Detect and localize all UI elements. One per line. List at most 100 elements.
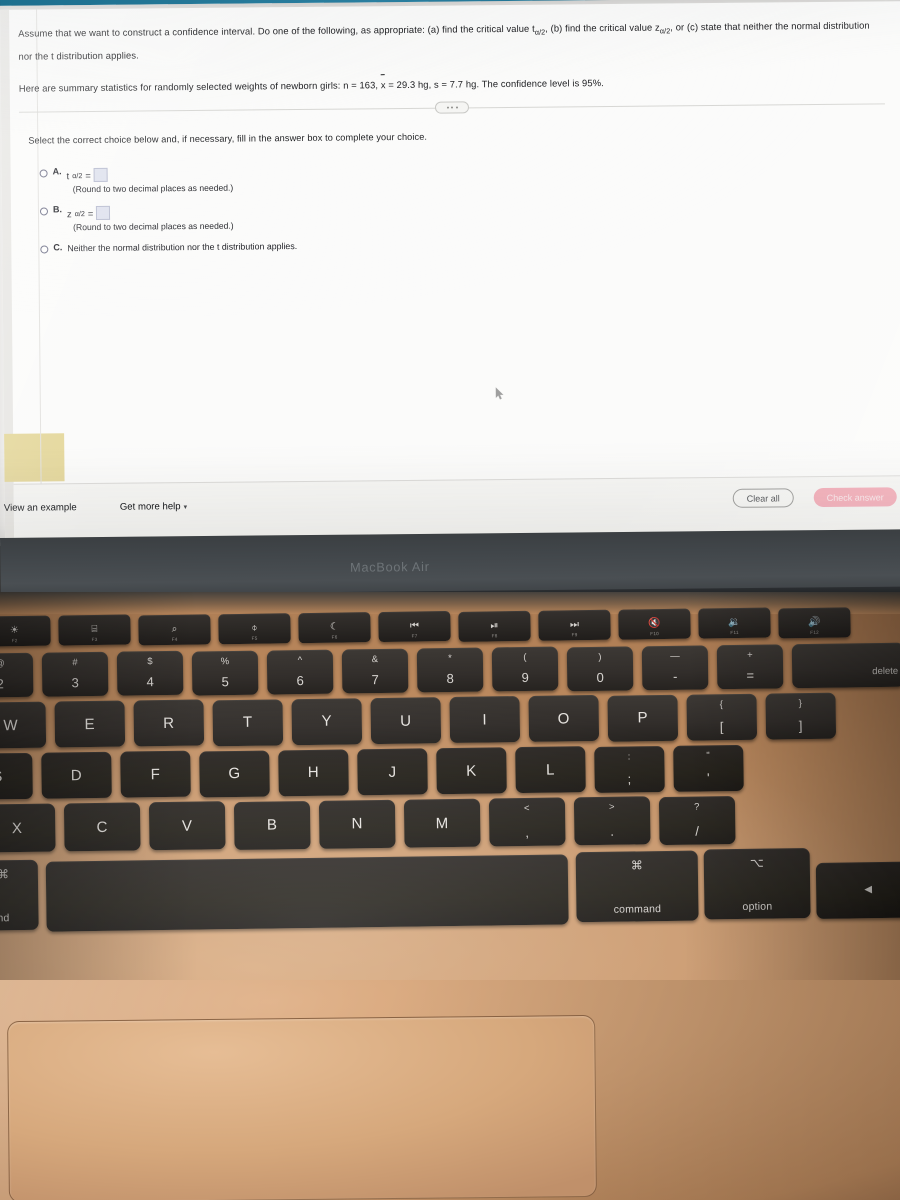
key-s[interactable]: S	[0, 752, 33, 800]
brightness-down-key[interactable]: ☀ F2	[0, 615, 51, 647]
key-0-shift-label: )	[598, 651, 602, 663]
key-semicolon[interactable]: :;	[594, 745, 665, 793]
choice-c-letter: C.	[53, 242, 63, 253]
radio-button-a[interactable]	[39, 169, 48, 178]
key-c[interactable]: C	[63, 802, 141, 852]
radio-button-b[interactable]	[39, 207, 49, 216]
key-t[interactable]: T	[212, 698, 284, 746]
dot-icon	[455, 106, 458, 109]
key-p[interactable]: P	[607, 694, 679, 742]
key-right-command[interactable]: ⌘ command	[575, 850, 699, 923]
choice-a[interactable]: A. t α/2 = (Round to two decimal places a…	[39, 161, 540, 195]
keyboard[interactable]: ☀ F2 ⌸ F3 ⌕ F4 ⌽ F5 ☾ F6 ⏮ F7 ⏯ F8 ⏭ F9 🔇 F10 🔉 F11 🔊 F12 @2 #3…	[0, 586, 900, 989]
key-5[interactable]: % 5	[191, 650, 259, 696]
fn-label: F7	[411, 633, 418, 639]
volume-up-icon: 🔊	[808, 616, 821, 628]
lcd-panel: Assume that we want to construct a confi…	[0, 0, 900, 546]
key-u[interactable]: U	[370, 697, 442, 745]
choice-c[interactable]: C. Neither the normal distribution nor t…	[40, 237, 540, 260]
key-n[interactable]: N	[318, 799, 396, 849]
key-8-label: 8	[446, 671, 454, 687]
problem-line2-a: Here are summary statistics for randomly…	[18, 79, 381, 94]
key-comma[interactable]: <,	[488, 797, 566, 847]
key-e[interactable]: E	[54, 700, 126, 748]
key-y[interactable]: Y	[291, 698, 363, 746]
radio-button-c[interactable]	[40, 245, 49, 254]
next-track-icon: ⏭	[569, 618, 580, 631]
key-0[interactable]: ) 0	[566, 646, 634, 691]
key-d[interactable]: D	[41, 751, 112, 799]
fn-label: F3	[91, 637, 98, 643]
key-3[interactable]: #3	[41, 651, 109, 697]
mute-icon: 🔇	[648, 618, 661, 630]
answer-input-b[interactable]	[96, 205, 111, 220]
dot-icon	[446, 106, 449, 109]
check-answer-button[interactable]: Check answer	[813, 487, 897, 508]
key-7-label: 7	[371, 672, 379, 688]
key-h[interactable]: H	[278, 749, 349, 797]
key-right-bracket[interactable]: }]	[765, 692, 837, 740]
key-6-shift-label: ^	[297, 654, 303, 666]
key-r[interactable]: R	[133, 699, 205, 747]
mission-control-key[interactable]: ⌸ F3	[58, 614, 131, 646]
dictation-key[interactable]: ⌽ F5	[218, 612, 291, 645]
arrow-left-icon: ◀	[864, 884, 873, 896]
spotlight-icon: ⌕	[171, 623, 178, 635]
key-m[interactable]: M	[403, 798, 481, 848]
key-option[interactable]: ⌥ option	[703, 848, 811, 920]
key-delete[interactable]: delete	[791, 643, 900, 689]
key-slash-label: /	[695, 823, 700, 839]
key-equals[interactable]: + =	[716, 644, 784, 690]
get-more-help-link[interactable]: Get more help ▾	[120, 501, 187, 513]
key-minus[interactable]: — -	[641, 645, 709, 691]
key-f[interactable]: F	[120, 751, 191, 799]
previous-track-key[interactable]: ⏮ F7	[378, 611, 451, 643]
key-arrow-left[interactable]: ◀	[815, 861, 900, 919]
key-i[interactable]: I	[449, 696, 521, 744]
key-left-command[interactable]: ⌘ nd	[0, 859, 39, 931]
key-9[interactable]: (9	[491, 646, 559, 692]
choice-a-letter: A.	[52, 166, 62, 177]
key-4[interactable]: $4	[116, 651, 184, 697]
key-right-command-label: command	[613, 903, 662, 916]
mute-key[interactable]: 🔇 F10	[618, 608, 691, 640]
key-quote[interactable]: " '	[673, 744, 744, 792]
key-x[interactable]: X	[0, 803, 56, 853]
key-left-bracket[interactable]: {[	[686, 693, 758, 741]
key-b[interactable]: B	[233, 800, 311, 850]
volume-up-key[interactable]: 🔊 F12	[778, 606, 851, 638]
key-g[interactable]: G	[199, 750, 270, 798]
key-8[interactable]: * 8	[416, 647, 484, 693]
laptop-screen: Assume that we want to construct a confi…	[0, 0, 900, 600]
instruction-text: Select the correct choice below and, if …	[28, 131, 428, 146]
spotlight-key[interactable]: ⌕ F4	[138, 613, 211, 645]
next-track-key[interactable]: ⏭ F9	[538, 609, 611, 641]
key-space[interactable]	[45, 854, 569, 932]
key-w[interactable]: W	[0, 701, 47, 749]
choice-a-symbol: t	[66, 169, 70, 181]
key-6[interactable]: ^ 6	[266, 649, 334, 695]
trackpad[interactable]	[7, 1014, 597, 1200]
section-divider	[19, 97, 885, 117]
key-2[interactable]: @2	[0, 652, 34, 698]
key-period[interactable]: >.	[573, 796, 651, 846]
choice-c-text: Neither the normal distribution nor the …	[67, 241, 298, 254]
volume-down-key[interactable]: 🔉 F11	[698, 607, 771, 639]
key-slash[interactable]: ? /	[658, 795, 736, 845]
more-options-button[interactable]	[434, 101, 470, 114]
key-l[interactable]: L	[515, 746, 586, 794]
choice-b[interactable]: B. z α/2 = (Round to two decimal places a…	[39, 199, 540, 233]
answer-input-a[interactable]	[93, 167, 108, 182]
fn-label: F9	[571, 631, 578, 638]
key-k[interactable]: K	[436, 747, 507, 795]
answer-choices: A. t α/2 = (Round to two decimal places a…	[39, 161, 541, 262]
key-j[interactable]: J	[357, 748, 428, 796]
key-o[interactable]: O	[528, 695, 600, 743]
key-v[interactable]: V	[148, 801, 226, 851]
key-7[interactable]: & 7	[341, 648, 409, 694]
do-not-disturb-key[interactable]: ☾ F6	[298, 612, 371, 644]
macbook-photo: Assume that we want to construct a confi…	[0, 0, 900, 1200]
view-an-example-link[interactable]: View an example	[4, 502, 77, 514]
play-pause-key[interactable]: ⏯ F8	[458, 610, 531, 642]
clear-all-button[interactable]: Clear all	[732, 488, 794, 508]
